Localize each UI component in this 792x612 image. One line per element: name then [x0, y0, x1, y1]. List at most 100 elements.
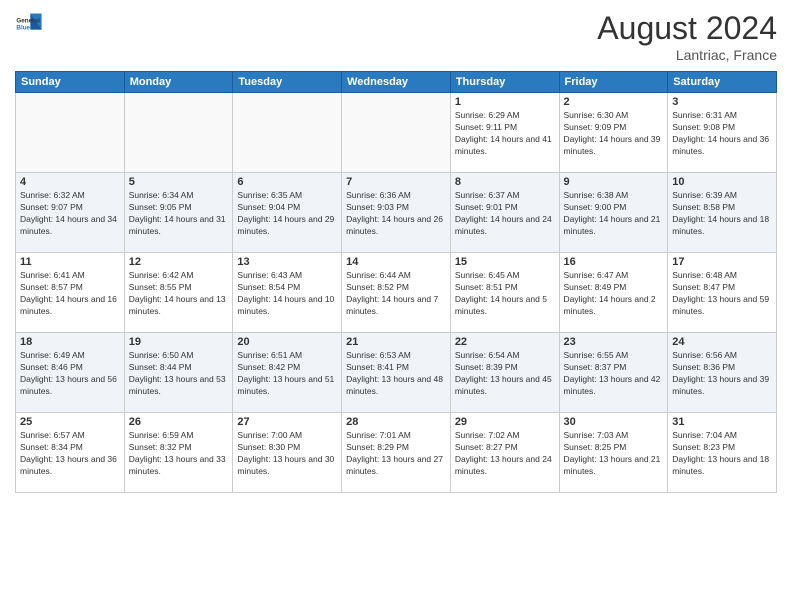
svg-text:General: General	[16, 18, 40, 25]
calendar: SundayMondayTuesdayWednesdayThursdayFrid…	[15, 71, 777, 493]
month-title: August 2024	[597, 10, 777, 47]
day-info: Sunrise: 7:00 AMSunset: 8:30 PMDaylight:…	[237, 430, 337, 478]
day-cell: 24 Sunrise: 6:56 AMSunset: 8:36 PMDayligh…	[668, 333, 777, 413]
day-info: Sunrise: 6:49 AMSunset: 8:46 PMDaylight:…	[20, 350, 120, 398]
day-cell: 18Sunrise: 6:49 AMSunset: 8:46 PMDayligh…	[16, 333, 125, 413]
day-cell: 13 Sunrise: 6:43 AMSunset: 8:54 PMDayligh…	[233, 253, 342, 333]
week-row-1: 1 Sunrise: 6:29 AMSunset: 9:11 PMDaylight…	[16, 93, 777, 173]
day-info: Sunrise: 6:56 AMSunset: 8:36 PMDaylight:…	[672, 350, 772, 398]
day-cell: 4 Sunrise: 6:32 AMSunset: 9:07 PMDaylight…	[16, 173, 125, 253]
weekday-header-row: SundayMondayTuesdayWednesdayThursdayFrid…	[16, 72, 777, 93]
logo: General Blue	[15, 10, 43, 38]
day-info: Sunrise: 6:44 AMSunset: 8:52 PMDaylight:…	[346, 270, 446, 318]
day-number: 14	[346, 256, 446, 268]
day-cell: 17 Sunrise: 6:48 AMSunset: 8:47 PMDayligh…	[668, 253, 777, 333]
day-info: Sunrise: 6:41 AMSunset: 8:57 PMDaylight:…	[20, 270, 120, 318]
day-info: Sunrise: 6:42 AMSunset: 8:55 PMDaylight:…	[129, 270, 229, 318]
day-cell	[233, 93, 342, 173]
day-cell: 23 Sunrise: 6:55 AMSunset: 8:37 PMDayligh…	[559, 333, 668, 413]
day-cell: 2Sunrise: 6:30 AMSunset: 9:09 PMDaylight…	[559, 93, 668, 173]
day-number: 2	[564, 96, 664, 108]
weekday-header-thursday: Thursday	[450, 72, 559, 93]
day-info: Sunrise: 6:31 AMSunset: 9:08 PMDaylight:…	[672, 110, 772, 158]
day-info: Sunrise: 6:50 AMSunset: 8:44 PMDaylight:…	[129, 350, 229, 398]
day-info: Sunrise: 6:39 AMSunset: 8:58 PMDaylight:…	[672, 190, 772, 238]
day-cell: 28 Sunrise: 7:01 AMSunset: 8:29 PMDayligh…	[342, 413, 451, 493]
week-row-5: 25 Sunrise: 6:57 AMSunset: 8:34 PMDayligh…	[16, 413, 777, 493]
day-cell: 15Sunrise: 6:45 AMSunset: 8:51 PMDayligh…	[450, 253, 559, 333]
day-cell: 7 Sunrise: 6:36 AMSunset: 9:03 PMDaylight…	[342, 173, 451, 253]
day-number: 29	[455, 416, 555, 428]
day-cell: 22 Sunrise: 6:54 AMSunset: 8:39 PMDayligh…	[450, 333, 559, 413]
title-block: August 2024 Lantriac, France	[597, 10, 777, 63]
day-info: Sunrise: 6:54 AMSunset: 8:39 PMDaylight:…	[455, 350, 555, 398]
day-number: 6	[237, 176, 337, 188]
day-cell: 19Sunrise: 6:50 AMSunset: 8:44 PMDayligh…	[124, 333, 233, 413]
day-number: 23	[564, 336, 664, 348]
weekday-header-tuesday: Tuesday	[233, 72, 342, 93]
day-cell	[342, 93, 451, 173]
day-info: Sunrise: 6:47 AMSunset: 8:49 PMDaylight:…	[564, 270, 664, 318]
day-info: Sunrise: 6:32 AMSunset: 9:07 PMDaylight:…	[20, 190, 120, 238]
day-cell: 9 Sunrise: 6:38 AMSunset: 9:00 PMDaylight…	[559, 173, 668, 253]
day-number: 24	[672, 336, 772, 348]
weekday-header-saturday: Saturday	[668, 72, 777, 93]
day-number: 5	[129, 176, 229, 188]
day-cell: 6Sunrise: 6:35 AMSunset: 9:04 PMDaylight…	[233, 173, 342, 253]
day-number: 16	[564, 256, 664, 268]
day-cell: 14 Sunrise: 6:44 AMSunset: 8:52 PMDayligh…	[342, 253, 451, 333]
week-row-2: 4 Sunrise: 6:32 AMSunset: 9:07 PMDaylight…	[16, 173, 777, 253]
day-number: 4	[20, 176, 120, 188]
day-info: Sunrise: 6:43 AMSunset: 8:54 PMDaylight:…	[237, 270, 337, 318]
day-number: 31	[672, 416, 772, 428]
day-number: 17	[672, 256, 772, 268]
day-number: 3	[672, 96, 772, 108]
day-number: 26	[129, 416, 229, 428]
day-number: 8	[455, 176, 555, 188]
day-cell: 1 Sunrise: 6:29 AMSunset: 9:11 PMDaylight…	[450, 93, 559, 173]
day-info: Sunrise: 6:36 AMSunset: 9:03 PMDaylight:…	[346, 190, 446, 238]
day-info: Sunrise: 6:34 AMSunset: 9:05 PMDaylight:…	[129, 190, 229, 238]
day-cell: 21Sunrise: 6:53 AMSunset: 8:41 PMDayligh…	[342, 333, 451, 413]
day-number: 30	[564, 416, 664, 428]
day-number: 11	[20, 256, 120, 268]
day-cell: 10Sunrise: 6:39 AMSunset: 8:58 PMDayligh…	[668, 173, 777, 253]
day-number: 22	[455, 336, 555, 348]
day-info: Sunrise: 6:53 AMSunset: 8:41 PMDaylight:…	[346, 350, 446, 398]
day-cell: 11 Sunrise: 6:41 AMSunset: 8:57 PMDayligh…	[16, 253, 125, 333]
day-number: 25	[20, 416, 120, 428]
day-number: 20	[237, 336, 337, 348]
day-cell	[16, 93, 125, 173]
weekday-header-friday: Friday	[559, 72, 668, 93]
weekday-header-sunday: Sunday	[16, 72, 125, 93]
day-info: Sunrise: 6:48 AMSunset: 8:47 PMDaylight:…	[672, 270, 772, 318]
day-cell: 30 Sunrise: 7:03 AMSunset: 8:25 PMDayligh…	[559, 413, 668, 493]
day-info: Sunrise: 7:03 AMSunset: 8:25 PMDaylight:…	[564, 430, 664, 478]
day-info: Sunrise: 6:38 AMSunset: 9:00 PMDaylight:…	[564, 190, 664, 238]
day-number: 12	[129, 256, 229, 268]
day-cell: 25 Sunrise: 6:57 AMSunset: 8:34 PMDayligh…	[16, 413, 125, 493]
day-info: Sunrise: 6:29 AMSunset: 9:11 PMDaylight:…	[455, 110, 555, 158]
day-cell: 5 Sunrise: 6:34 AMSunset: 9:05 PMDaylight…	[124, 173, 233, 253]
day-number: 7	[346, 176, 446, 188]
day-number: 1	[455, 96, 555, 108]
day-info: Sunrise: 6:59 AMSunset: 8:32 PMDaylight:…	[129, 430, 229, 478]
day-cell: 3 Sunrise: 6:31 AMSunset: 9:08 PMDaylight…	[668, 93, 777, 173]
day-number: 9	[564, 176, 664, 188]
day-cell: 27 Sunrise: 7:00 AMSunset: 8:30 PMDayligh…	[233, 413, 342, 493]
day-info: Sunrise: 6:57 AMSunset: 8:34 PMDaylight:…	[20, 430, 120, 478]
weekday-header-monday: Monday	[124, 72, 233, 93]
day-cell	[124, 93, 233, 173]
day-number: 27	[237, 416, 337, 428]
day-number: 28	[346, 416, 446, 428]
day-number: 15	[455, 256, 555, 268]
day-number: 13	[237, 256, 337, 268]
svg-text:Blue: Blue	[16, 25, 30, 32]
day-cell: 20Sunrise: 6:51 AMSunset: 8:42 PMDayligh…	[233, 333, 342, 413]
day-cell: 12 Sunrise: 6:42 AMSunset: 8:55 PMDayligh…	[124, 253, 233, 333]
weekday-header-wednesday: Wednesday	[342, 72, 451, 93]
day-info: Sunrise: 6:55 AMSunset: 8:37 PMDaylight:…	[564, 350, 664, 398]
week-row-4: 18Sunrise: 6:49 AMSunset: 8:46 PMDayligh…	[16, 333, 777, 413]
day-info: Sunrise: 7:01 AMSunset: 8:29 PMDaylight:…	[346, 430, 446, 478]
page-header: General Blue August 2024 Lantriac, Franc…	[15, 10, 777, 63]
